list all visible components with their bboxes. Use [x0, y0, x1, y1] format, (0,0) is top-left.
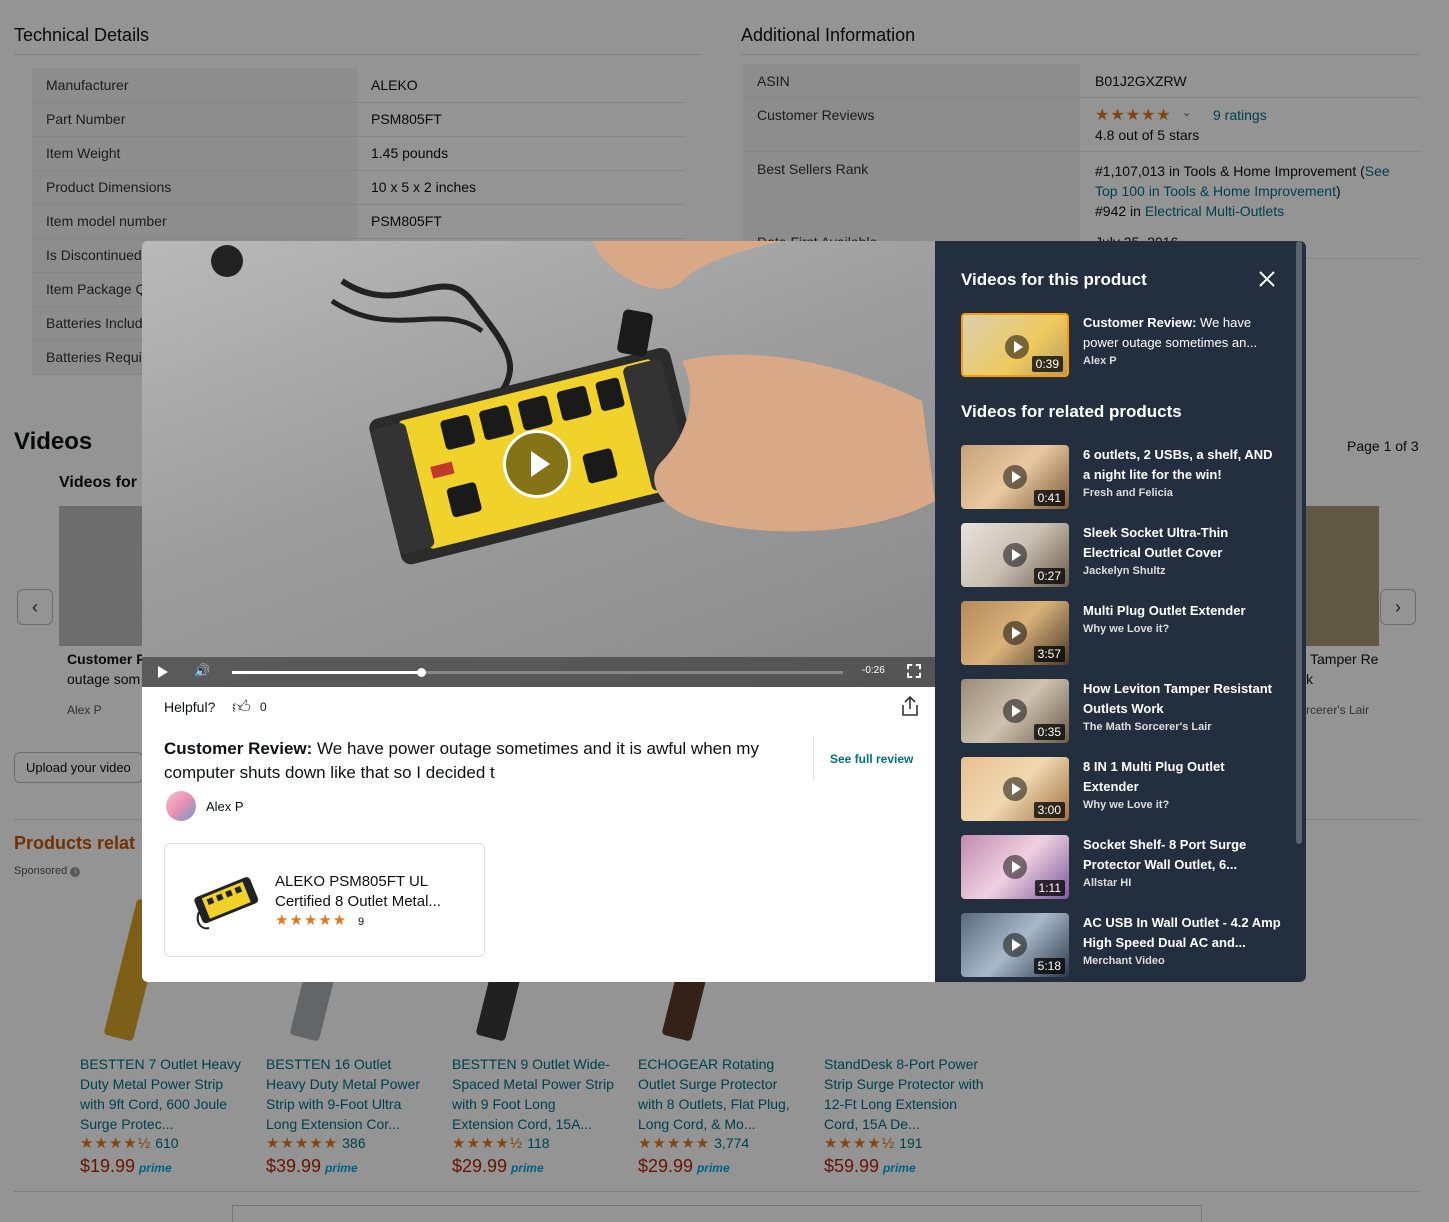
video-title: Customer Review: We have power outage so…	[1083, 315, 1258, 350]
play-icon[interactable]	[158, 666, 168, 678]
video-title: Multi Plug Outlet Extender	[1083, 603, 1246, 618]
play-icon	[1003, 933, 1027, 957]
video-duration: 0:35	[1033, 724, 1065, 740]
avatar	[166, 791, 196, 821]
helpful-count: 0	[260, 700, 267, 714]
video-title: 8 IN 1 Multi Plug Outlet Extender	[1083, 759, 1225, 794]
close-icon[interactable]	[1257, 269, 1277, 289]
time-remaining: -0:26	[862, 665, 885, 676]
video-thumbnail: 3:00	[961, 757, 1069, 821]
video-duration: 1:11	[1034, 880, 1065, 896]
see-full-review-link[interactable]: See full review	[830, 752, 913, 766]
play-icon	[1003, 777, 1027, 801]
volume-icon[interactable]: 🔊	[194, 663, 210, 679]
play-icon	[1003, 855, 1027, 879]
video-title: Sleek Socket Ultra-Thin Electrical Outle…	[1083, 525, 1229, 560]
play-icon	[1003, 621, 1027, 645]
video-sidebar: Videos for this product 0:39 Customer Re…	[935, 241, 1306, 982]
video-duration: 5:18	[1033, 958, 1065, 974]
video-author: Allstar HI	[1083, 877, 1132, 889]
related-video-item[interactable]: 5:18 AC USB In Wall Outlet - 4.2 Amp High…	[961, 913, 1291, 979]
video-title: AC USB In Wall Outlet - 4.2 Amp High Spe…	[1083, 915, 1281, 950]
related-video-item[interactable]: 3:00 8 IN 1 Multi Plug Outlet Extender Why…	[961, 757, 1291, 823]
product-stars: ★★★★★	[275, 912, 348, 929]
video-duration: 0:27	[1033, 568, 1065, 584]
related-video-item[interactable]: 1:11 Socket Shelf- 8 Port Surge Protector…	[961, 835, 1291, 901]
video-thumbnail: 0:35	[961, 679, 1069, 743]
related-video-item[interactable]: 0:41 6 outlets, 2 USBs, a shelf, AND a ni…	[961, 445, 1291, 511]
helpful-label: Helpful?	[164, 699, 216, 715]
related-video-item[interactable]: 3:57 Multi Plug Outlet Extender Why we Lov…	[961, 601, 1291, 667]
video-author: Merchant Video	[1083, 955, 1165, 967]
video-duration: 3:57	[1033, 646, 1065, 662]
author-name[interactable]: Alex P	[206, 799, 244, 814]
video-thumbnail: 0:41	[961, 445, 1069, 509]
play-icon	[1003, 699, 1027, 723]
video-author: Why we Love it?	[1083, 623, 1170, 635]
play-icon	[531, 451, 550, 477]
fullscreen-icon[interactable]	[907, 664, 921, 678]
share-icon[interactable]	[901, 695, 919, 716]
product-title[interactable]: ALEKO PSM805FT UL Certified 8 Outlet Met…	[275, 872, 461, 912]
video-thumbnail: 3:57	[961, 601, 1069, 665]
video-modal: 🔊 -0:26 Helpful? 👍︎ 0 Customer Review: W…	[142, 241, 1306, 982]
video-title: 6 outlets, 2 USBs, a shelf, AND a night …	[1083, 447, 1273, 482]
video-thumbnail: 1:11	[961, 835, 1069, 899]
video-duration: 0:39	[1031, 356, 1063, 372]
video-title: How Leviton Tamper Resistant Outlets Wor…	[1083, 681, 1273, 716]
product-image	[194, 877, 259, 930]
video-author: The Math Sorcerer's Lair	[1083, 721, 1212, 733]
video-thumbnail: 0:27	[961, 523, 1069, 587]
progress-fill	[232, 671, 422, 674]
play-icon	[1003, 543, 1027, 567]
side-heading-this: Videos for this product	[961, 270, 1147, 289]
related-video-item[interactable]: 0:27 Sleek Socket Ultra-Thin Electrical O…	[961, 523, 1291, 589]
side-heading-related: Videos for related products	[961, 402, 1182, 421]
this-product-video[interactable]: 0:39 Customer Review: We have power outa…	[961, 313, 1291, 379]
video-duration: 3:00	[1033, 802, 1065, 818]
video-author: Why we Love it?	[1083, 799, 1170, 811]
video-author: Fresh and Felicia	[1083, 487, 1173, 499]
video-player[interactable]: 🔊 -0:26	[142, 241, 935, 687]
sidebar-scrollbar[interactable]	[1296, 241, 1302, 844]
progress-track[interactable]	[232, 668, 843, 677]
video-thumbnail: 5:18	[961, 913, 1069, 977]
video-controls: 🔊 -0:26	[142, 657, 935, 687]
play-icon	[1005, 335, 1029, 359]
product-rating-count: 9	[358, 916, 365, 928]
thumbs-up-icon[interactable]: 👍︎	[232, 696, 251, 718]
video-author: Alex P	[1083, 355, 1117, 367]
video-author: Jackelyn Shultz	[1083, 565, 1166, 577]
play-icon	[1003, 465, 1027, 489]
video-title: Socket Shelf- 8 Port Surge Protector Wal…	[1083, 837, 1247, 872]
video-duration: 0:41	[1033, 490, 1065, 506]
review-text: Customer Review: We have power outage so…	[164, 739, 759, 782]
video-thumbnail: 0:39	[961, 313, 1069, 377]
related-video-item[interactable]: 0:35 How Leviton Tamper Resistant Outlets…	[961, 679, 1291, 745]
product-card[interactable]: ALEKO PSM805FT UL Certified 8 Outlet Met…	[164, 843, 485, 957]
big-play-button[interactable]	[503, 430, 571, 498]
progress-handle[interactable]	[417, 668, 427, 677]
